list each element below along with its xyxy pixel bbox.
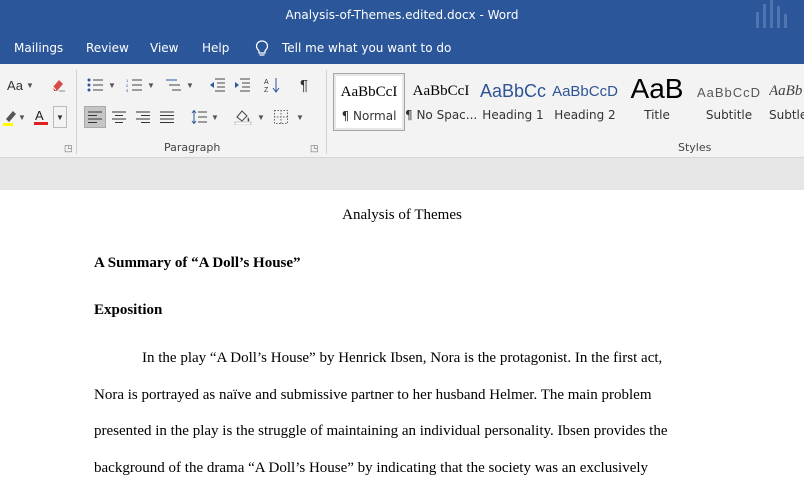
style-heading-2[interactable]: AaBbCcD Heading 2 (549, 73, 621, 131)
paragraph-dialog-launcher-icon[interactable]: ◳ (310, 143, 319, 154)
numbering-icon[interactable]: 123 (123, 74, 145, 96)
group-separator (76, 70, 77, 154)
style-name: ¶ Normal (341, 109, 397, 123)
lightbulb-icon (255, 40, 269, 56)
paragraph-line: presented in the play is the struggle of… (94, 423, 668, 439)
tab-review[interactable]: Review (86, 41, 129, 55)
document-title: Analysis of Themes (342, 207, 462, 223)
tab-mailings[interactable]: Mailings (14, 41, 63, 55)
style-preview: AaBbCcI (340, 84, 398, 100)
svg-text:A: A (35, 108, 44, 123)
group-separator (326, 70, 327, 154)
increase-indent-icon[interactable] (231, 74, 253, 96)
document-background (0, 158, 804, 190)
center-icon[interactable] (108, 106, 130, 128)
svg-text:A: A (264, 79, 269, 86)
chevron-down-icon[interactable]: ▼ (26, 81, 34, 90)
style-normal[interactable]: AaBbCcI ¶ Normal (333, 73, 405, 131)
justify-icon[interactable] (156, 106, 178, 128)
chevron-down-icon[interactable]: ▼ (296, 113, 304, 122)
font-dialog-launcher-icon[interactable]: ◳ (64, 143, 73, 154)
chevron-down-icon[interactable]: ▼ (18, 113, 26, 122)
style-name: Heading 2 (554, 108, 616, 122)
style-name: Subtle (769, 108, 804, 122)
window-title: Analysis-of-Themes.edited.docx - Word (285, 8, 519, 22)
style-preview: AaBbCcD (552, 83, 618, 100)
font-color-icon[interactable]: A (30, 106, 52, 128)
change-case-button[interactable]: Aa (2, 74, 28, 96)
svg-text:3: 3 (126, 88, 129, 92)
document-page[interactable]: Analysis of Themes A Summary of “A Doll’… (0, 190, 804, 481)
sort-icon[interactable]: AZ (262, 74, 284, 96)
clear-formatting-icon[interactable] (47, 74, 69, 96)
style-subtle[interactable]: AaBb Subtle (765, 73, 804, 131)
style-preview: AaBb (769, 83, 803, 99)
paragraph-line: In the play “A Doll’s House” by Henrick … (142, 350, 663, 366)
decrease-indent-icon[interactable] (206, 74, 228, 96)
align-right-icon[interactable] (132, 106, 154, 128)
svg-text:Z: Z (264, 87, 269, 93)
style-preview: AaBbCcI (412, 83, 470, 99)
title-bar: Analysis-of-Themes.edited.docx - Word (0, 0, 804, 32)
decorative-graphic (756, 0, 790, 30)
style-subtitle[interactable]: AaBbCcD Subtitle (693, 73, 765, 131)
style-no-spacing[interactable]: AaBbCcI ¶ No Spac... (405, 73, 477, 131)
style-name: ¶ No Spac... (405, 108, 477, 122)
style-title[interactable]: AaB Title (621, 73, 693, 131)
borders-icon[interactable] (270, 106, 292, 128)
styles-group-label: Styles (678, 141, 712, 154)
chevron-down-icon[interactable]: ▼ (147, 81, 155, 90)
ribbon-tabs: Mailings Review View Help Tell me what y… (0, 32, 804, 64)
tab-view[interactable]: View (150, 41, 178, 55)
chevron-down-icon[interactable]: ▼ (257, 113, 265, 122)
font-color-dropdown[interactable]: ▼ (53, 106, 67, 128)
line-spacing-icon[interactable] (188, 106, 210, 128)
tell-me-search[interactable]: Tell me what you want to do (282, 41, 451, 55)
paragraph-line: background of the drama “A Doll’s House”… (94, 460, 649, 476)
show-marks-icon[interactable]: ¶ (293, 74, 315, 96)
shading-icon[interactable] (232, 106, 254, 128)
heading-summary: A Summary of “A Doll’s House” (94, 255, 301, 271)
paragraph-line: Nora is portrayed as naïve and submissiv… (94, 387, 652, 403)
heading-exposition: Exposition (94, 302, 163, 318)
style-preview: AaB (630, 73, 684, 104)
multilevel-list-icon[interactable] (162, 74, 184, 96)
tab-help[interactable]: Help (202, 41, 229, 55)
style-preview: AaBbCc (479, 81, 547, 101)
chevron-down-icon[interactable]: ▼ (211, 113, 219, 122)
chevron-down-icon[interactable]: ▼ (108, 81, 116, 90)
style-heading-1[interactable]: AaBbCc Heading 1 (477, 73, 549, 131)
chevron-down-icon[interactable]: ▼ (186, 81, 194, 90)
paragraph-group-label: Paragraph (164, 141, 221, 154)
style-name: Title (644, 108, 670, 122)
style-preview: AaBbCcD (696, 85, 762, 100)
align-left-icon[interactable] (84, 106, 106, 128)
ribbon: Aa ▼ ▼ A ▼ ◳ ▼ 123 ▼ ▼ AZ ¶ ▼ ▼ ▼ ◳ Para… (0, 64, 804, 158)
style-name: Subtitle (705, 108, 753, 122)
style-name: Heading 1 (482, 108, 544, 122)
bullets-icon[interactable] (84, 74, 106, 96)
